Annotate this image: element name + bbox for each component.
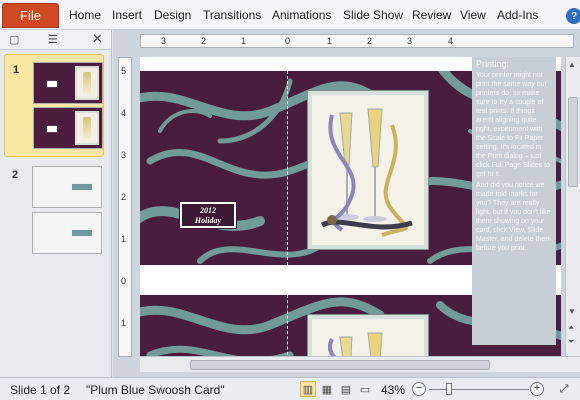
slide-show-icon[interactable]: ▭: [357, 381, 373, 397]
horizontal-ruler: 3 2 1 0 1 2 3 4: [140, 34, 574, 48]
notes-paragraph: And did you notice we made fold marks fo…: [476, 182, 552, 252]
champagne-glasses-image: [312, 95, 424, 245]
status-bar: Slide 1 of 2 "Plum Blue Swoosh Card" ▥ ▦…: [0, 377, 580, 400]
tab-transitions[interactable]: Transitions: [203, 8, 261, 22]
slides-panel-header: ▢ ☰ ✕: [0, 30, 111, 50]
tab-animations[interactable]: Animations: [272, 8, 331, 22]
close-panel-icon[interactable]: ✕: [92, 31, 103, 47]
ruler-tick: 2: [121, 192, 127, 202]
slides-panel: ▢ ☰ ✕ 1 2: [0, 30, 112, 377]
thumbnail-card-back: [33, 107, 103, 149]
ruler-tick: 3: [121, 150, 127, 160]
slide-sorter-icon[interactable]: ▦: [319, 381, 335, 397]
ruler-tick: 3: [161, 36, 167, 46]
ruler-tick: 0: [285, 36, 291, 46]
reading-view-icon[interactable]: ▤: [338, 381, 354, 397]
instructions-notes: Printing: Your printer might not print t…: [472, 57, 556, 345]
badge-year: 2012: [200, 206, 216, 215]
horizontal-scroll-thumb[interactable]: [190, 360, 490, 370]
zoom-in-icon[interactable]: +: [530, 382, 544, 396]
next-slide-icon[interactable]: ⏷: [568, 337, 574, 347]
zoom-slider[interactable]: [429, 389, 529, 390]
ruler-tick: 4: [448, 36, 454, 46]
tab-review[interactable]: Review: [412, 8, 451, 22]
thumbnail-badge: [46, 80, 58, 88]
zoom-slider-thumb[interactable]: [446, 383, 452, 395]
scroll-up-icon[interactable]: ▲: [568, 60, 576, 69]
ruler-tick: 0: [121, 276, 127, 286]
slide-indicator: Slide 1 of 2: [10, 383, 71, 397]
scroll-down-icon[interactable]: ▼: [568, 307, 576, 316]
fit-to-window-icon[interactable]: ⤢: [556, 381, 572, 397]
ruler-tick: 1: [121, 318, 127, 328]
help-icon[interactable]: ?: [566, 8, 580, 24]
tab-insert[interactable]: Insert: [112, 8, 142, 22]
slide-number: 2: [12, 169, 19, 181]
thumbnail-badge: [71, 183, 93, 191]
thumbnail-card-front: [32, 166, 102, 208]
thumbnail-badge: [46, 125, 58, 133]
tab-slide-show[interactable]: Slide Show: [343, 8, 403, 22]
zoom-out-icon[interactable]: −: [412, 382, 426, 396]
tab-design[interactable]: Design: [154, 8, 191, 22]
ruler-tick: 5: [121, 66, 127, 76]
slides-view-icon[interactable]: ▢: [9, 33, 19, 46]
champagne-photo[interactable]: [307, 90, 429, 250]
fold-mark: [287, 71, 288, 265]
ruler-tick: 3: [407, 36, 413, 46]
notes-title: Printing:: [476, 59, 510, 69]
tab-home[interactable]: Home: [69, 8, 101, 22]
slide-number: 1: [13, 64, 20, 76]
champagne-photo[interactable]: [307, 314, 429, 357]
horizontal-scrollbar[interactable]: [140, 356, 580, 372]
ruler-tick: 4: [121, 108, 127, 118]
slide-thumbnail-2[interactable]: 2: [4, 166, 104, 256]
fold-mark: [287, 295, 288, 357]
notes-paragraph: Your printer might not print the same wa…: [476, 72, 550, 178]
tab-add-ins[interactable]: Add-Ins: [497, 8, 538, 22]
vertical-scrollbar[interactable]: ▲ ▼ ⏶ ⏷: [565, 57, 580, 357]
ruler-tick: 1: [327, 36, 333, 46]
thumbnail-badge: [71, 229, 93, 237]
thumbnail-card-front: [33, 62, 103, 104]
outline-view-icon[interactable]: ☰: [48, 33, 58, 46]
normal-view-icon[interactable]: ▥: [300, 381, 316, 397]
holiday-badge[interactable]: 2012 Holiday: [179, 201, 237, 229]
ruler-tick: 2: [201, 36, 207, 46]
theme-name[interactable]: "Plum Blue Swoosh Card": [86, 383, 225, 397]
badge-title: Holiday: [194, 216, 222, 225]
ribbon-tab-bar: File Home Insert Design Transitions Anim…: [0, 0, 580, 30]
slide-thumbnail-1[interactable]: 1: [4, 54, 104, 157]
ruler-tick: 2: [367, 36, 373, 46]
file-tab[interactable]: File: [2, 3, 59, 28]
vertical-ruler: 5 4 3 2 1 0 1: [118, 57, 132, 357]
ruler-tick: 1: [121, 234, 127, 244]
previous-slide-icon[interactable]: ⏶: [568, 323, 574, 333]
tab-view[interactable]: View: [460, 8, 486, 22]
ruler-tick: 1: [241, 36, 247, 46]
champagne-glasses-image: [312, 319, 424, 357]
thumbnail-photo: [75, 111, 99, 145]
vertical-scroll-thumb[interactable]: [568, 97, 578, 187]
zoom-level[interactable]: 43%: [381, 383, 405, 397]
thumbnail-card-back: [32, 212, 102, 254]
thumbnail-photo: [75, 66, 99, 100]
